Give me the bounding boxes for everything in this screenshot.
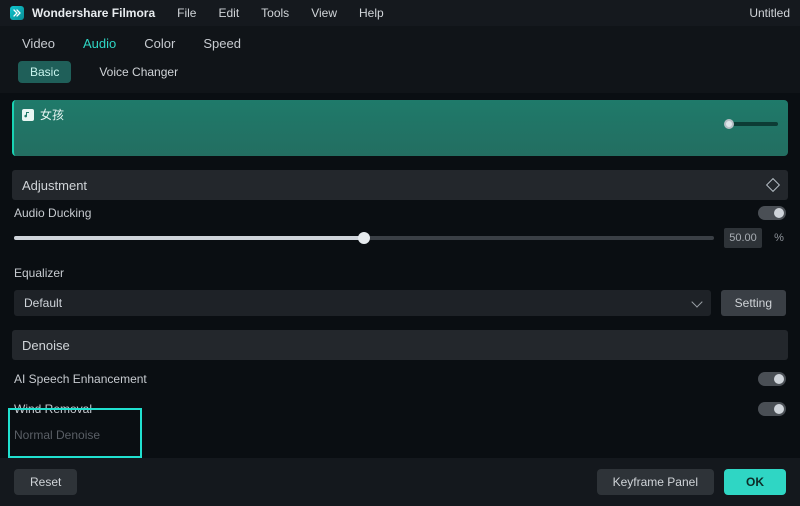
audio-clip-block[interactable]: 女孩	[12, 100, 788, 156]
tab-color[interactable]: Color	[144, 36, 175, 51]
tab-audio[interactable]: Audio	[83, 36, 116, 51]
title-bar: Wondershare Filmora File Edit Tools View…	[0, 0, 800, 26]
ai-speech-enhancement-toggle[interactable]	[758, 372, 786, 386]
denoise-title: Denoise	[22, 338, 70, 353]
denoise-section: Denoise AI Speech Enhancement Wind Remov…	[12, 330, 788, 442]
menu-help[interactable]: Help	[359, 6, 384, 20]
main-menu: File Edit Tools View Help	[177, 6, 384, 20]
tab-speed[interactable]: Speed	[203, 36, 241, 51]
clip-title: 女孩	[22, 106, 64, 123]
adjustment-section: Adjustment Audio Ducking 50.00 % Equaliz…	[12, 170, 788, 316]
title-bar-left: Wondershare Filmora File Edit Tools View…	[10, 6, 384, 20]
equalizer-label: Equalizer	[14, 266, 64, 280]
clip-volume-slider[interactable]	[728, 122, 778, 126]
audio-ducking-value[interactable]: 50.00	[724, 228, 762, 248]
adjustment-title: Adjustment	[22, 178, 87, 193]
audio-ducking-label: Audio Ducking	[14, 206, 91, 220]
menu-view[interactable]: View	[311, 6, 337, 20]
clip-volume-knob[interactable]	[724, 119, 734, 129]
equalizer-row: Equalizer	[12, 256, 788, 284]
wind-removal-label: Wind Removal	[14, 402, 92, 416]
ai-speech-enhancement-label: AI Speech Enhancement	[14, 372, 147, 386]
ok-button[interactable]: OK	[724, 469, 786, 495]
audio-subtabs: Basic Voice Changer	[0, 61, 800, 93]
audio-panel: 女孩 Adjustment Audio Ducking 50.00 % Equa…	[0, 92, 800, 458]
equalizer-setting-button[interactable]: Setting	[721, 290, 786, 316]
keyframe-panel-button[interactable]: Keyframe Panel	[597, 469, 714, 495]
subtab-basic[interactable]: Basic	[18, 61, 71, 83]
percent-label: %	[772, 232, 786, 244]
panel-footer: Reset Keyframe Panel OK	[0, 458, 800, 506]
equalizer-preset-select[interactable]: Default	[14, 290, 711, 316]
app-logo-icon	[10, 6, 24, 20]
denoise-list: AI Speech Enhancement Wind Removal Norma…	[12, 360, 788, 442]
wind-removal-row: Wind Removal	[14, 394, 786, 424]
tab-video[interactable]: Video	[22, 36, 55, 51]
denoise-cutoff-label: Normal Denoise	[14, 424, 786, 442]
audio-ducking-row: Audio Ducking	[12, 200, 788, 224]
ai-speech-enhancement-row: AI Speech Enhancement	[14, 364, 786, 394]
audio-ducking-slider[interactable]	[14, 236, 714, 240]
inspector-tabs: Video Audio Color Speed	[0, 26, 800, 61]
audio-ducking-slider-row: 50.00 %	[12, 224, 788, 256]
footer-right: Keyframe Panel OK	[597, 469, 786, 495]
document-title: Untitled	[749, 6, 790, 20]
adjustment-header: Adjustment	[12, 170, 788, 200]
menu-file[interactable]: File	[177, 6, 196, 20]
subtab-voice-changer[interactable]: Voice Changer	[87, 61, 190, 83]
audio-ducking-slider-knob[interactable]	[358, 232, 370, 244]
clip-name: 女孩	[40, 106, 64, 123]
wind-removal-toggle[interactable]	[758, 402, 786, 416]
keyframe-diamond-icon[interactable]	[766, 178, 780, 192]
reset-button[interactable]: Reset	[14, 469, 77, 495]
equalizer-selected: Default	[24, 296, 62, 310]
menu-tools[interactable]: Tools	[261, 6, 289, 20]
denoise-header: Denoise	[12, 330, 788, 360]
app-title: Wondershare Filmora	[32, 6, 155, 20]
audio-ducking-slider-fill	[14, 236, 364, 240]
music-note-icon	[22, 109, 34, 121]
menu-edit[interactable]: Edit	[218, 6, 239, 20]
audio-ducking-toggle[interactable]	[758, 206, 786, 220]
equalizer-controls: Default Setting	[12, 284, 788, 316]
chevron-down-icon	[691, 296, 702, 307]
